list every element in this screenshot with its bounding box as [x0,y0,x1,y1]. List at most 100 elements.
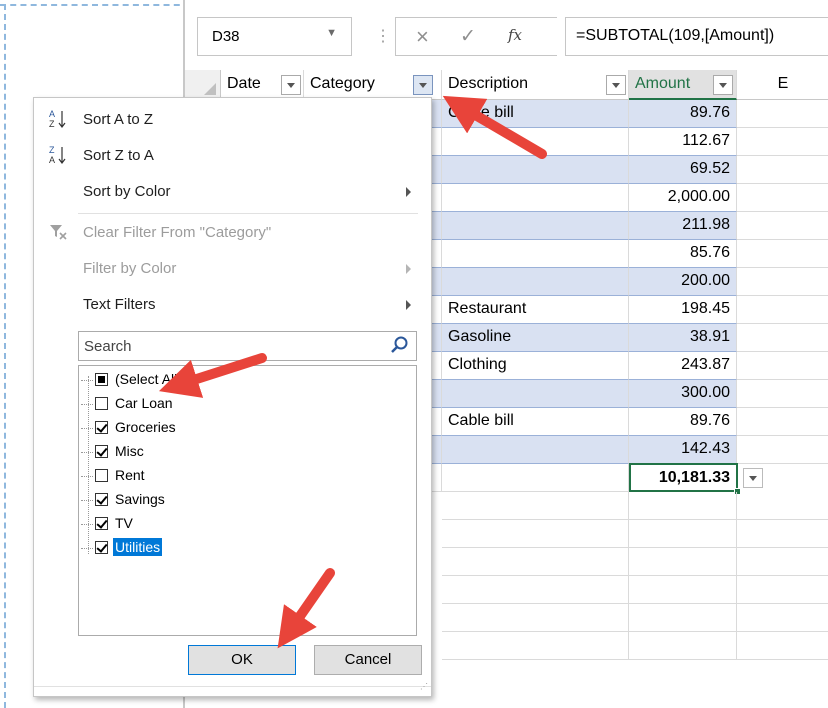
insert-function-icon[interactable]: fx [508,26,522,44]
empty-cell[interactable] [737,492,828,520]
empty-cell[interactable] [442,548,629,576]
description-cell[interactable]: Clothing [442,352,629,380]
menu-item-sort-za[interactable]: ZA Sort Z to A [34,138,431,174]
filter-checkbox[interactable] [95,493,108,506]
amount-cell[interactable]: 2,000.00 [629,184,737,212]
empty-cell[interactable] [629,548,737,576]
empty-cell[interactable] [737,352,828,380]
amount-cell[interactable]: 112.67 [629,128,737,156]
description-cell[interactable] [442,128,629,156]
amount-cell[interactable]: 142.43 [629,436,737,464]
amount-cell[interactable]: 38.91 [629,324,737,352]
filter-checkbox[interactable] [95,517,108,530]
description-cell[interactable] [442,156,629,184]
cancel-entry-icon[interactable]: × [416,24,429,50]
filter-checkbox[interactable] [95,445,108,458]
empty-cell[interactable] [737,548,828,576]
description-cell[interactable]: Gasoline [442,324,629,352]
total-function-dropdown-icon[interactable] [743,468,763,488]
empty-cell[interactable] [629,520,737,548]
empty-cell[interactable] [442,464,629,492]
empty-cell[interactable] [737,240,828,268]
column-header-category[interactable]: Category [304,70,442,100]
empty-cell[interactable] [737,380,828,408]
empty-cell[interactable] [737,324,828,352]
empty-cell[interactable] [737,436,828,464]
description-cell[interactable] [442,436,629,464]
empty-cell[interactable] [442,604,629,632]
column-header-label: Date [227,75,261,92]
filter-dropdown-icon[interactable] [281,75,301,95]
description-cell[interactable]: Cable bill [442,408,629,436]
description-cell[interactable] [442,240,629,268]
filter-checkbox[interactable] [95,421,108,434]
empty-cell[interactable] [737,184,828,212]
chevron-down-icon[interactable]: ▼ [326,27,337,39]
empty-cell[interactable] [737,268,828,296]
description-cell[interactable] [442,212,629,240]
enter-entry-icon[interactable]: ✓ [460,25,476,48]
amount-cell[interactable]: 300.00 [629,380,737,408]
amount-cell[interactable]: 69.52 [629,156,737,184]
total-amount-cell[interactable]: 10,181.33 [629,463,738,492]
amount-cell[interactable]: 85.76 [629,240,737,268]
empty-cell[interactable] [737,156,828,184]
tree-line [81,524,93,525]
menu-item-filter-by-color: Filter by Color [34,251,431,287]
filter-dropdown-icon[interactable] [713,75,733,95]
empty-cell[interactable] [442,576,629,604]
cancel-button[interactable]: Cancel [314,645,422,675]
empty-cell[interactable] [629,576,737,604]
column-header-date[interactable]: Date [221,70,304,100]
empty-cell[interactable] [737,100,828,128]
amount-cell[interactable]: 89.76 [629,100,737,128]
formula-input[interactable]: =SUBTOTAL(109,[Amount]) [565,17,828,56]
tree-line [81,380,93,381]
amount-cell[interactable]: 200.00 [629,268,737,296]
search-input[interactable]: Search [78,331,417,361]
amount-cell[interactable]: 89.76 [629,408,737,436]
empty-cell[interactable] [442,632,629,660]
filter-checkbox[interactable] [95,373,108,386]
empty-cell[interactable] [629,492,737,520]
menu-item-text-filters[interactable]: Text Filters [34,287,431,323]
empty-cell[interactable] [737,296,828,324]
resize-grip-icon[interactable]: ⋰ [420,683,428,693]
description-cell[interactable] [442,184,629,212]
empty-cell[interactable] [629,632,737,660]
description-cell[interactable] [442,268,629,296]
description-cell[interactable] [442,380,629,408]
column-header-label: Amount [635,75,691,92]
amount-cell[interactable]: 243.87 [629,352,737,380]
filter-item-label: Car Loan [115,395,173,411]
menu-item-sort-by-color[interactable]: Sort by Color [34,174,431,210]
empty-cell[interactable] [442,492,629,520]
empty-cell[interactable] [737,128,828,156]
filter-dropdown-icon[interactable] [413,75,433,95]
filter-checkbox[interactable] [95,541,108,554]
empty-cell[interactable] [737,408,828,436]
name-box[interactable]: D38 ▼ [197,17,352,56]
menu-item-sort-az[interactable]: AZ Sort A to Z [34,102,431,138]
select-all-corner[interactable] [185,70,221,100]
empty-cell[interactable] [737,632,828,660]
annotation-border-top [0,4,190,6]
column-header-description[interactable]: Description [442,70,629,100]
description-cell[interactable]: Cable bill [442,100,629,128]
filter-checkbox[interactable] [95,469,108,482]
filter-checkbox[interactable] [95,397,108,410]
empty-cell[interactable] [737,212,828,240]
empty-cell[interactable] [737,604,828,632]
description-cell[interactable]: Restaurant [442,296,629,324]
menu-item-label: Sort by Color [83,183,171,200]
filter-dropdown-icon[interactable] [606,75,626,95]
empty-cell[interactable] [737,576,828,604]
amount-cell[interactable]: 198.45 [629,296,737,324]
column-header-amount[interactable]: Amount [629,70,737,100]
empty-cell[interactable] [737,520,828,548]
empty-cell[interactable] [442,520,629,548]
column-header-e[interactable]: E [737,70,828,100]
empty-cell[interactable] [629,604,737,632]
ok-button[interactable]: OK [188,645,296,675]
amount-cell[interactable]: 211.98 [629,212,737,240]
